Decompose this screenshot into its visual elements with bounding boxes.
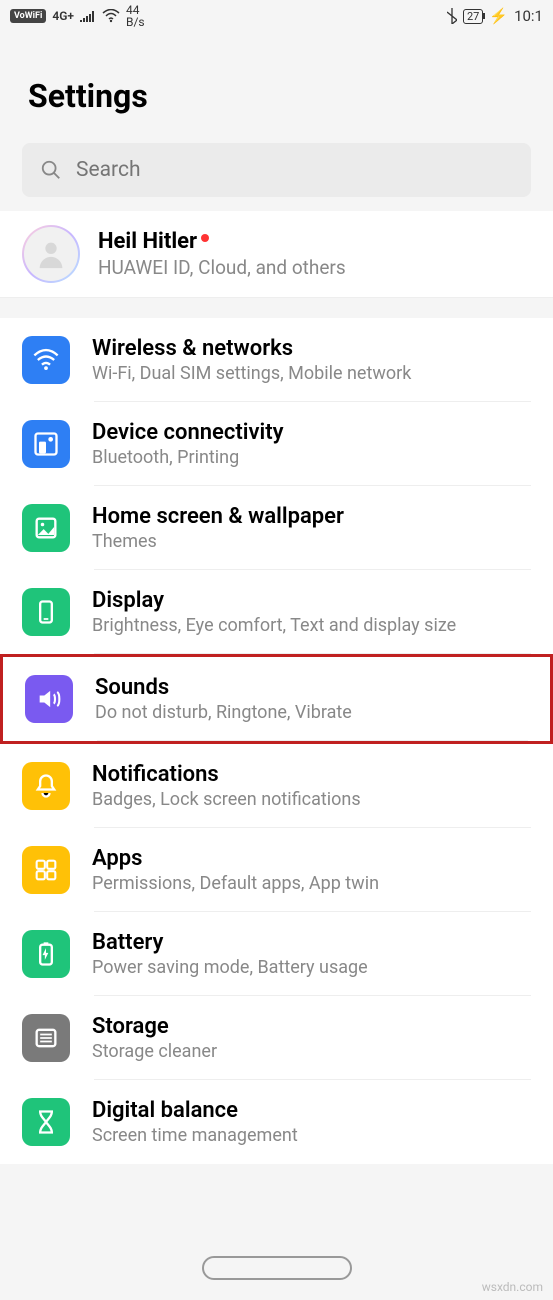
account-name: Heil Hitler xyxy=(98,229,197,254)
item-homescreen[interactable]: Home screen & wallpaper Themes xyxy=(0,486,553,570)
clock: 10:1 xyxy=(514,7,543,25)
item-title: Digital balance xyxy=(92,1098,531,1123)
apps-icon xyxy=(22,846,70,894)
search-icon xyxy=(40,159,62,181)
item-apps[interactable]: Apps Permissions, Default apps, App twin xyxy=(0,828,553,912)
item-title: Storage xyxy=(92,1014,531,1039)
section-spacer xyxy=(0,298,553,318)
account-text: Heil Hitler HUAWEI ID, Cloud, and others xyxy=(98,229,346,279)
item-storage[interactable]: Storage Storage cleaner xyxy=(0,996,553,1080)
signal-icon xyxy=(80,10,96,22)
wallpaper-icon xyxy=(22,504,70,552)
item-sub: Permissions, Default apps, App twin xyxy=(92,873,531,894)
net-speed: 44 B/s xyxy=(126,4,145,28)
vowifi-badge: VoWiFi xyxy=(10,9,46,23)
page-header: Settings xyxy=(0,32,553,135)
item-sub: Badges, Lock screen notifications xyxy=(92,789,531,810)
item-title: Home screen & wallpaper xyxy=(92,504,531,529)
item-sub: Power saving mode, Battery usage xyxy=(92,957,531,978)
item-title: Wireless & networks xyxy=(92,336,531,361)
status-left: VoWiFi 4G+ 44 B/s xyxy=(10,4,145,28)
item-title: Battery xyxy=(92,930,531,955)
item-title: Notifications xyxy=(92,762,531,787)
item-title: Display xyxy=(92,588,531,613)
item-display[interactable]: Display Brightness, Eye comfort, Text an… xyxy=(0,570,553,654)
item-sub: Bluetooth, Printing xyxy=(92,447,531,468)
wifi-section-icon xyxy=(22,336,70,384)
storage-icon xyxy=(22,1014,70,1062)
wifi-icon xyxy=(102,9,120,23)
bluetooth-icon xyxy=(447,8,457,24)
account-row[interactable]: Heil Hitler HUAWEI ID, Cloud, and others xyxy=(0,211,553,298)
item-wireless[interactable]: Wireless & networks Wi-Fi, Dual SIM sett… xyxy=(0,318,553,402)
status-right: 27 ⚡ 10:1 xyxy=(447,7,543,25)
item-title: Sounds xyxy=(95,675,528,700)
person-icon xyxy=(34,237,68,271)
item-battery[interactable]: Battery Power saving mode, Battery usage xyxy=(0,912,553,996)
charging-icon: ⚡ xyxy=(489,7,508,25)
sound-icon xyxy=(25,675,73,723)
page-title: Settings xyxy=(28,77,525,115)
item-sub: Wi-Fi, Dual SIM settings, Mobile network xyxy=(92,363,531,384)
watermark: wsxdn.com xyxy=(482,1280,543,1294)
status-bar: VoWiFi 4G+ 44 B/s 27 ⚡ 10:1 xyxy=(0,0,553,32)
search-input[interactable] xyxy=(76,158,513,182)
item-title: Device connectivity xyxy=(92,420,531,445)
item-notifications[interactable]: Notifications Badges, Lock screen notifi… xyxy=(0,744,553,828)
battery-icon xyxy=(22,930,70,978)
notification-dot xyxy=(201,234,209,242)
item-sounds[interactable]: Sounds Do not disturb, Ringtone, Vibrate xyxy=(0,654,553,744)
account-sub: HUAWEI ID, Cloud, and others xyxy=(98,256,346,279)
item-sub: Themes xyxy=(92,531,531,552)
bell-icon xyxy=(22,762,70,810)
item-digital-balance[interactable]: Digital balance Screen time management xyxy=(0,1080,553,1164)
item-connectivity[interactable]: Device connectivity Bluetooth, Printing xyxy=(0,402,553,486)
avatar xyxy=(22,225,80,283)
item-sub: Storage cleaner xyxy=(92,1041,531,1062)
item-sub: Screen time management xyxy=(92,1125,531,1146)
display-icon xyxy=(22,588,70,636)
hourglass-icon xyxy=(22,1098,70,1146)
connectivity-icon xyxy=(22,420,70,468)
search-bar[interactable] xyxy=(22,143,531,197)
item-title: Apps xyxy=(92,846,531,871)
item-sub: Brightness, Eye comfort, Text and displa… xyxy=(92,615,531,636)
item-sub: Do not disturb, Ringtone, Vibrate xyxy=(95,702,528,723)
net-type: 4G+ xyxy=(52,9,74,23)
nav-pill[interactable] xyxy=(202,1256,352,1280)
settings-list: Wireless & networks Wi-Fi, Dual SIM sett… xyxy=(0,318,553,1164)
battery-indicator: 27 xyxy=(463,9,483,24)
